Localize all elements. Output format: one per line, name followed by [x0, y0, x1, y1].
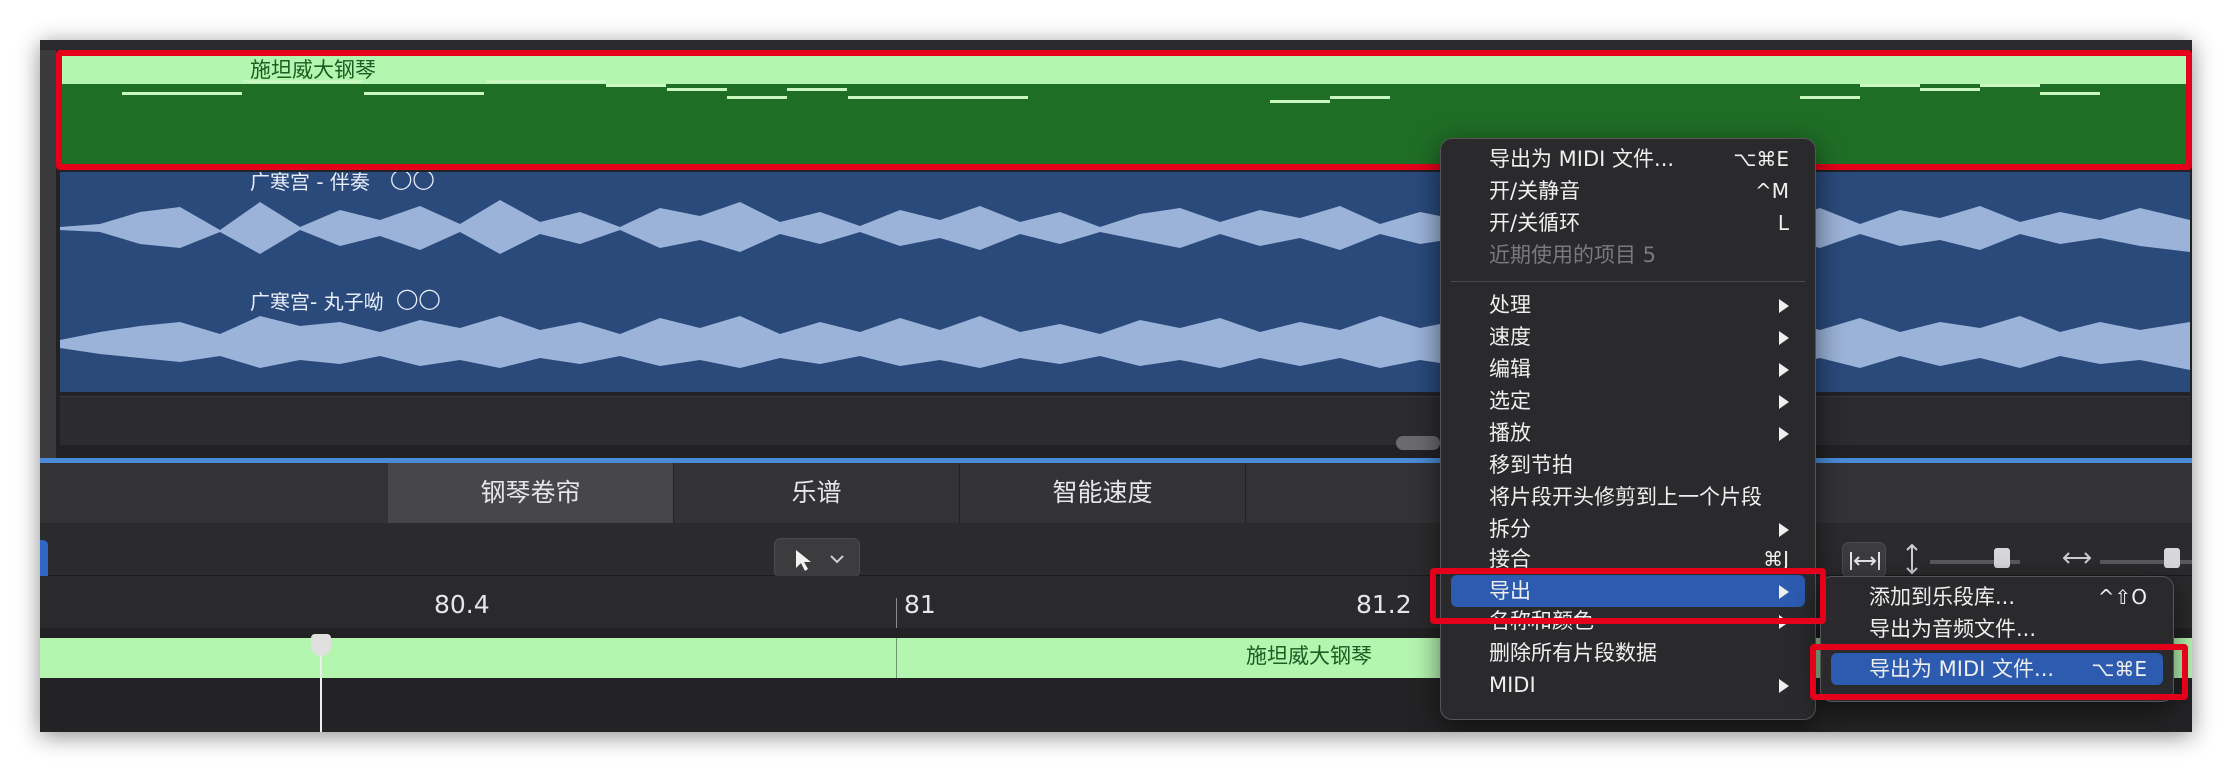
chevron-right-icon [1779, 363, 1789, 377]
tab-smart-tempo[interactable]: 智能速度 [960, 463, 1246, 523]
menu-item-edit[interactable]: 编辑 [1451, 353, 1805, 385]
menu-item-export-midi[interactable]: 导出为 MIDI 文件... ⌥⌘E [1451, 143, 1805, 175]
fit-width-button[interactable] [1842, 542, 1886, 578]
ruler-tick [896, 598, 897, 628]
menu-item-toggle-loop[interactable]: 开/关循环 L [1451, 207, 1805, 239]
annotation-box-midi-region [56, 50, 2192, 170]
menu-item-toggle-mute[interactable]: 开/关静音 ^M [1451, 175, 1805, 207]
chevron-right-icon [1779, 679, 1789, 693]
menu-item-process[interactable]: 处理 [1451, 289, 1805, 321]
submenu-item-export-audio[interactable]: 导出为音频文件... [1831, 613, 2163, 645]
ruler-label: 81.2 [1356, 590, 1412, 619]
audio-region-title: 广寒宫- 丸子呦 [250, 290, 384, 314]
menu-item-split[interactable]: 拆分 [1451, 513, 1805, 545]
tracks-top-strip [40, 40, 2192, 50]
menu-item-move-to-beat[interactable]: 移到节拍 [1451, 449, 1805, 481]
ruler-label: 81 [904, 590, 936, 619]
horizontal-zoom-icon [2062, 552, 2092, 564]
menu-item-select[interactable]: 选定 [1451, 385, 1805, 417]
audio-region-accompaniment[interactable]: 广寒宫 - 伴奏 ◯◯ [60, 172, 2190, 282]
pointer-arrow-icon [796, 550, 811, 571]
playhead-handle[interactable] [311, 634, 331, 656]
tab-piano-roll[interactable]: 钢琴卷帘 [388, 463, 674, 523]
horizontal-fit-icon [1850, 552, 1880, 570]
audio-region-title: 广寒宫 - 伴奏 [250, 172, 370, 194]
bar-line [896, 638, 897, 678]
logic-window: 施坦威大钢琴 广寒宫 - 伴奏 ◯◯ 广寒宫- 丸子呦 ◯◯ 钢琴卷帘 乐谱 智… [40, 40, 2192, 732]
empty-track-lane [60, 396, 2190, 445]
menu-separator [1451, 281, 1805, 282]
menu-item-recent: 近期使用的项目 5 [1489, 243, 1657, 267]
annotation-box-export [1430, 568, 1826, 624]
context-menu: 导出为 MIDI 文件... ⌥⌘E 开/关静音 ^M 开/关循环 L 近期使用的项目… [1440, 138, 1816, 720]
menu-item-midi[interactable]: MIDI [1451, 669, 1805, 701]
annotation-box-export-midi [1810, 644, 2188, 700]
chevron-right-icon [1779, 299, 1789, 313]
horizontal-scrollbar[interactable] [1396, 436, 1440, 450]
menu-item-trim-start[interactable]: 将片段开头修剪到上一个片段 [1451, 481, 1805, 513]
chevron-right-icon [1779, 331, 1789, 345]
vertical-zoom-icon [1906, 543, 1918, 575]
ruler-label: 80.4 [434, 590, 490, 619]
loop-rings-icon: ◯◯ [396, 286, 441, 310]
submenu-item-add-to-loops[interactable]: 添加到乐段库... ^⇧O [1831, 581, 2163, 613]
chevron-right-icon [1779, 523, 1789, 537]
chevron-down-icon [830, 555, 844, 564]
menu-item-playback[interactable]: 播放 [1451, 417, 1805, 449]
track-gutter [40, 50, 56, 470]
menu-item-tempo[interactable]: 速度 [1451, 321, 1805, 353]
chevron-right-icon [1779, 427, 1789, 441]
pointer-tool-menu[interactable] [774, 538, 860, 578]
horizontal-zoom-knob[interactable] [2164, 548, 2180, 568]
menu-item-delete-region-data[interactable]: 删除所有片段数据 [1451, 637, 1805, 669]
vertical-zoom-knob[interactable] [1994, 548, 2010, 568]
lane-region-title: 施坦威大钢琴 [1246, 644, 1372, 668]
chevron-right-icon [1779, 395, 1789, 409]
loop-rings-icon: ◯◯ [390, 172, 435, 190]
waveform [60, 200, 2190, 254]
tab-score[interactable]: 乐谱 [674, 463, 960, 523]
audio-region-vocal[interactable]: 广寒宫- 丸子呦 ◯◯ [60, 282, 2190, 392]
left-edge-button[interactable] [40, 540, 48, 580]
